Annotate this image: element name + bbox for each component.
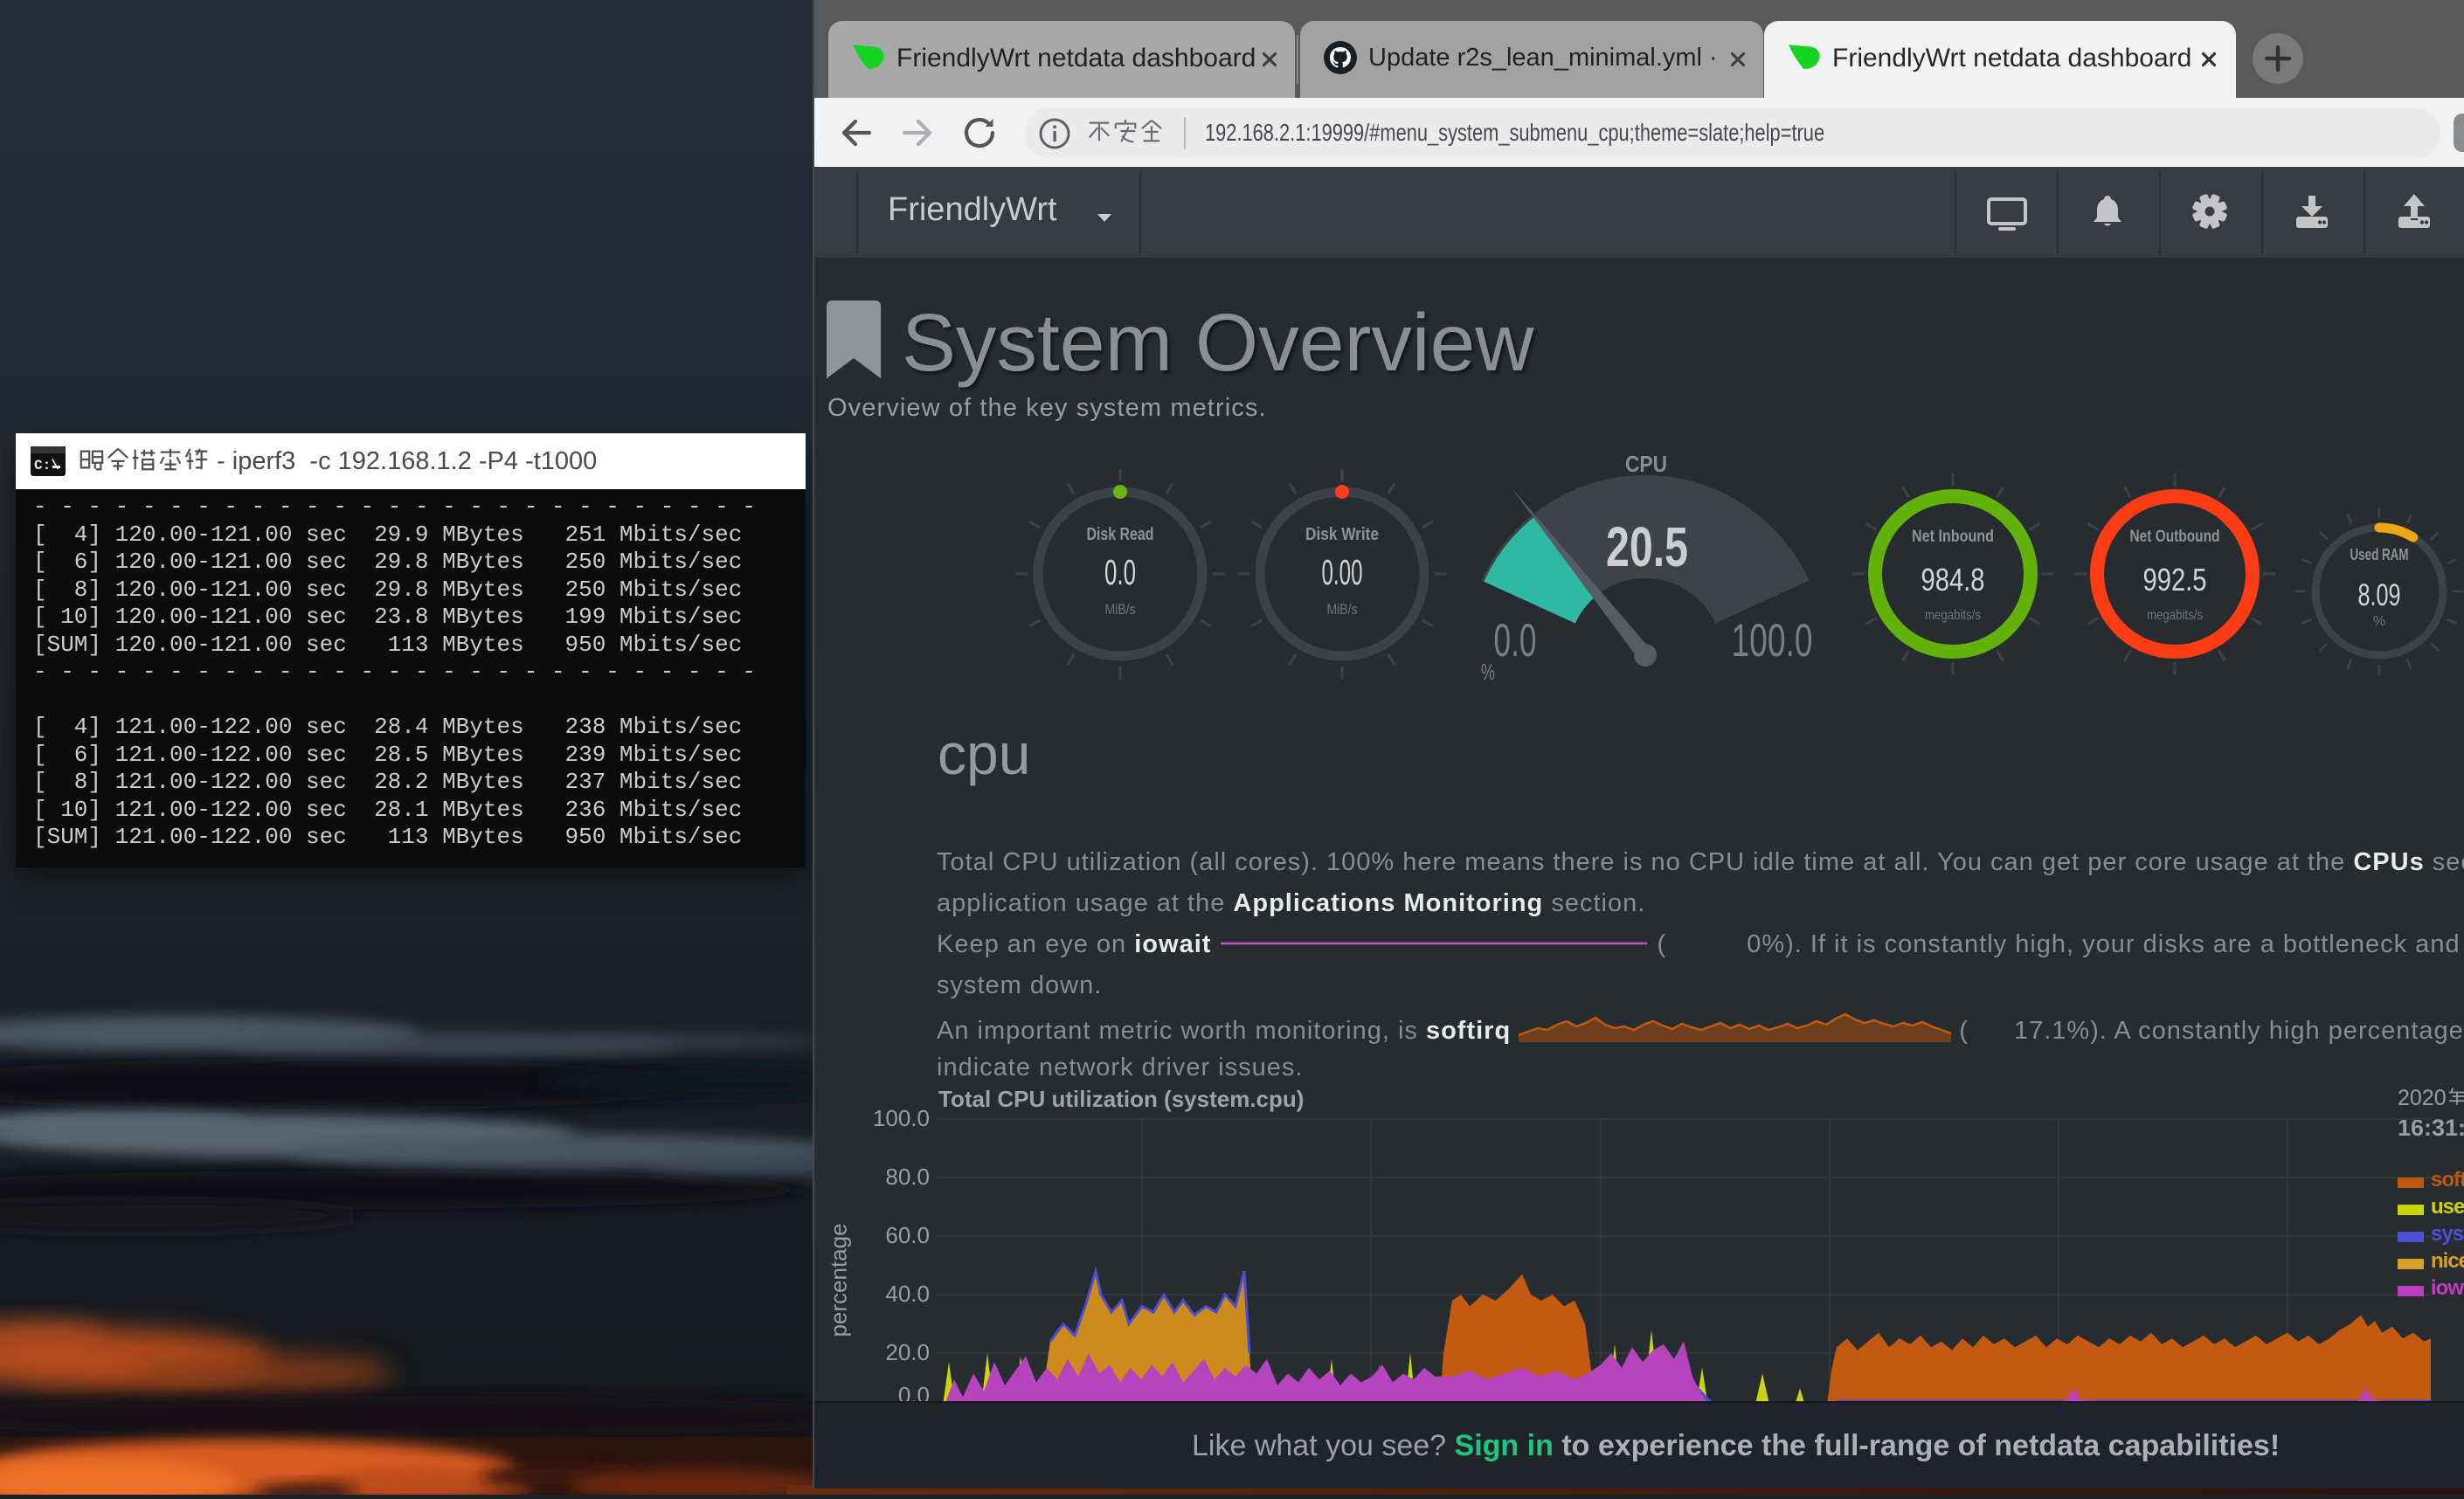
svg-text:0.0: 0.0 [1104,552,1136,592]
svg-text:%: % [1481,659,1495,685]
svg-text:0.00: 0.00 [1322,552,1363,592]
svg-text:megabits/s: megabits/s [1925,608,1981,623]
svg-text:992.5: 992.5 [2143,562,2207,598]
svg-text:megabits/s: megabits/s [2147,608,2203,623]
svg-text:%: % [2373,614,2385,629]
svg-text:0.0: 0.0 [1494,615,1537,667]
svg-text:100.0: 100.0 [1732,615,1813,667]
svg-text:Net Inbound: Net Inbound [1912,528,1994,546]
svg-text:MiB/s: MiB/s [1105,601,1136,618]
svg-text:8.09: 8.09 [2358,578,2401,612]
svg-text:Net Outbound: Net Outbound [2130,528,2220,546]
svg-text:20.5: 20.5 [1606,515,1688,578]
svg-text:Used RAM: Used RAM [2350,546,2409,563]
svg-text:Disk Write: Disk Write [1305,525,1379,544]
svg-text:Disk Read: Disk Read [1087,525,1154,544]
svg-text:CPU: CPU [1625,451,1667,477]
svg-text:984.8: 984.8 [1921,562,1985,598]
svg-text:MiB/s: MiB/s [1327,601,1358,618]
